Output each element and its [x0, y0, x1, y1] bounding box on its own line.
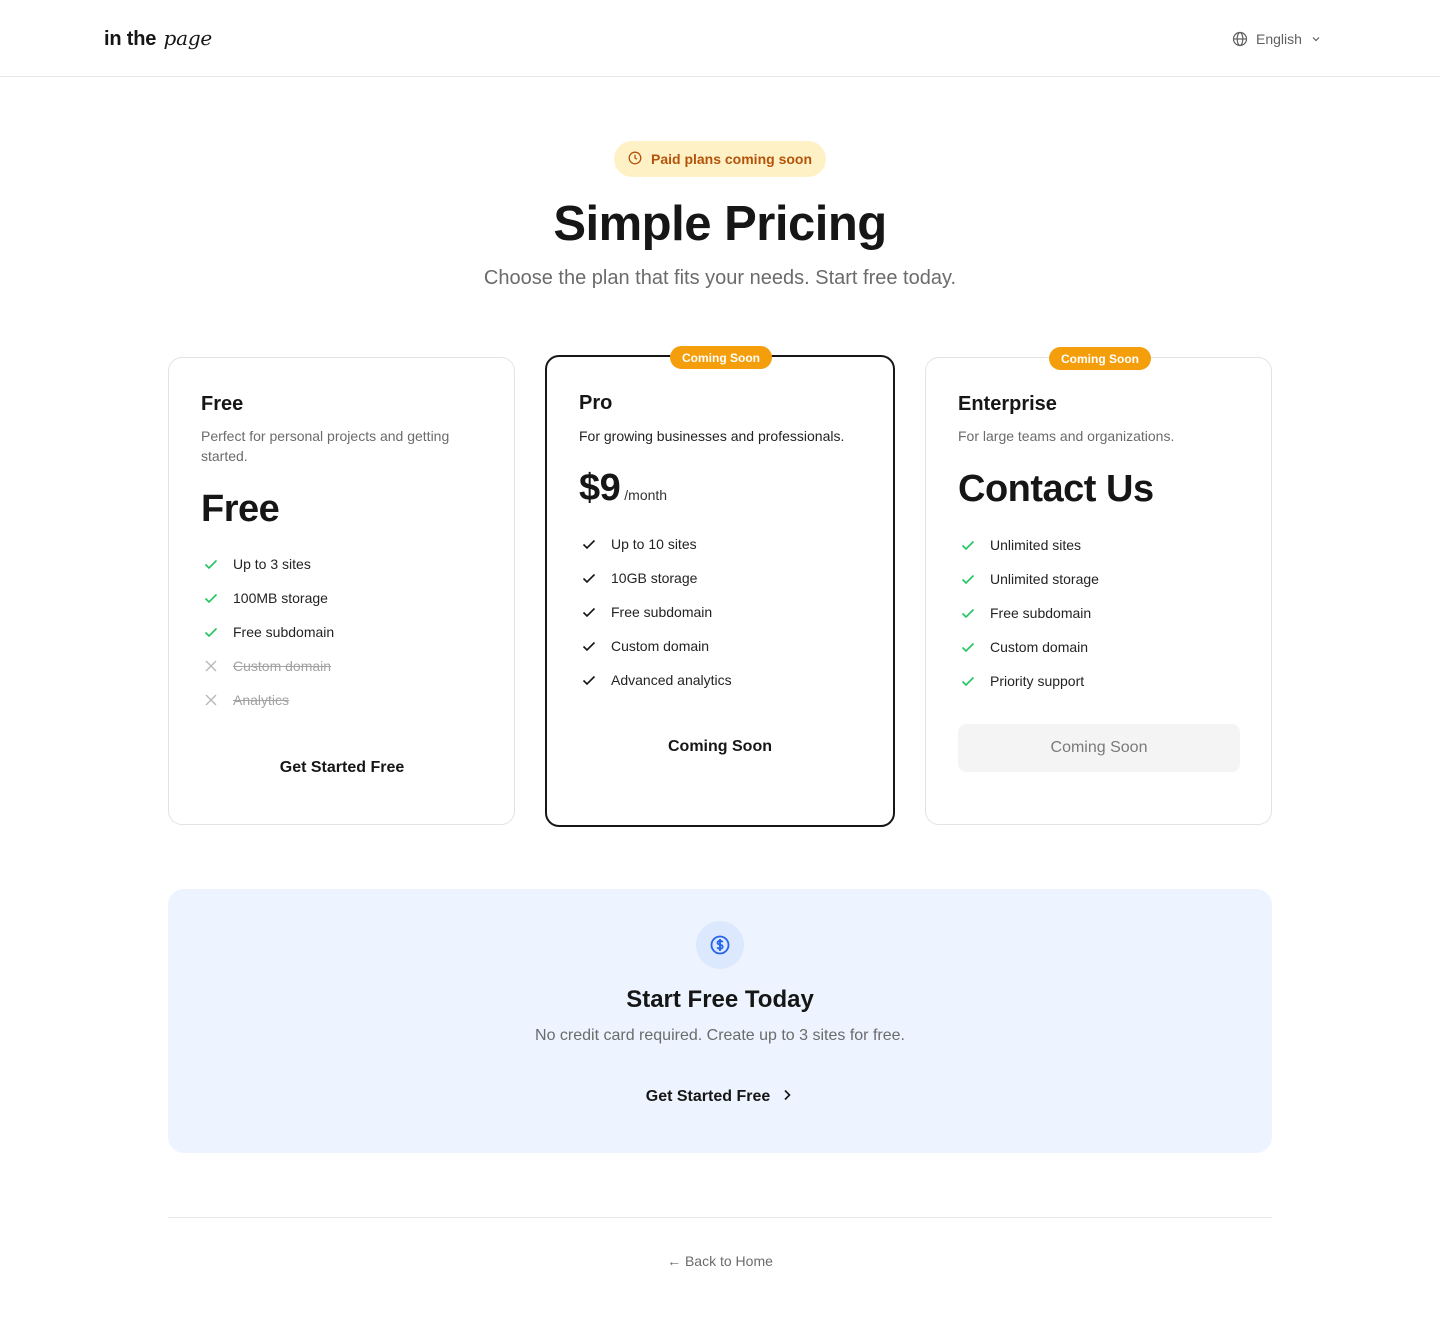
- feature-list: Up to 3 sites 100MB storage Free subdoma…: [203, 547, 334, 717]
- clock-icon: [628, 151, 642, 168]
- plan-price: Contact Us: [958, 468, 1154, 510]
- cta-title: Start Free Today: [626, 986, 814, 1013]
- feature-item: Up to 3 sites: [203, 547, 334, 581]
- check-icon: [960, 605, 976, 621]
- feature-item: Custom domain: [581, 629, 732, 663]
- feature-label: Unlimited sites: [990, 537, 1082, 553]
- plan-card-pro: Coming Soon Pro For growing businesses a…: [545, 346, 895, 827]
- check-icon: [581, 570, 597, 586]
- feature-label: Up to 10 sites: [611, 536, 697, 552]
- plan-name: Pro: [579, 392, 613, 414]
- plan-name: Free: [201, 393, 244, 415]
- footer-divider: [168, 1217, 1272, 1218]
- check-icon: [960, 537, 976, 553]
- logo-italic-text: page: [163, 26, 213, 50]
- feature-label: Custom domain: [611, 638, 710, 654]
- check-icon: [960, 639, 976, 655]
- check-icon: [581, 604, 597, 620]
- feature-label: Custom domain: [990, 639, 1089, 655]
- feature-label: Advanced analytics: [611, 672, 732, 688]
- get-started-free-button[interactable]: Get Started Free: [201, 744, 483, 792]
- feature-item: Advanced analytics: [581, 663, 732, 697]
- feature-item: Free subdomain: [581, 595, 732, 629]
- check-icon: [581, 638, 597, 654]
- feature-item: Custom domain: [960, 630, 1099, 664]
- feature-label: Up to 3 sites: [233, 556, 311, 572]
- feature-item: Priority support: [960, 664, 1099, 698]
- cta-button-label: Get Started Free: [645, 1088, 771, 1105]
- plan-card-enterprise: Coming Soon Enterprise For large teams a…: [925, 347, 1272, 825]
- globe-icon: [1232, 31, 1248, 47]
- plan-description: For growing businesses and professionals…: [579, 428, 845, 444]
- feature-item: Free subdomain: [960, 596, 1099, 630]
- feature-item-excluded: Custom domain: [203, 649, 334, 683]
- feature-label: 100MB storage: [233, 590, 328, 606]
- feature-item: Up to 10 sites: [581, 527, 732, 561]
- feature-item: Unlimited storage: [960, 562, 1099, 596]
- feature-label: 10GB storage: [611, 570, 698, 586]
- plan-name: Enterprise: [958, 393, 1057, 415]
- check-icon: [581, 536, 597, 552]
- page-subtitle: Choose the plan that fits your needs. St…: [483, 267, 957, 289]
- pro-coming-soon-button[interactable]: Coming Soon: [579, 723, 861, 771]
- coming-soon-badge: Paid plans coming soon: [614, 141, 826, 177]
- feature-list: Up to 10 sites 10GB storage Free subdoma…: [581, 527, 732, 697]
- page-title: Simple Pricing: [553, 197, 887, 251]
- check-icon: [203, 624, 219, 640]
- site-header: in the page English: [0, 0, 1440, 77]
- back-to-home-link[interactable]: ← Back to Home: [0, 1253, 1440, 1269]
- plan-price: $9/month: [579, 467, 667, 510]
- check-icon: [960, 571, 976, 587]
- chevron-down-icon: [1310, 33, 1322, 45]
- feature-item: Free subdomain: [203, 615, 334, 649]
- price-unit: /month: [624, 487, 668, 503]
- feature-list: Unlimited sites Unlimited storage Free s…: [960, 528, 1099, 698]
- price-amount: $9: [579, 467, 621, 509]
- feature-item: 10GB storage: [581, 561, 732, 595]
- badge-label: Paid plans coming soon: [650, 151, 813, 167]
- feature-item: 100MB storage: [203, 581, 334, 615]
- logo[interactable]: in the page: [104, 26, 212, 51]
- plan-price: Free: [201, 488, 280, 530]
- chevron-right-icon: [780, 1088, 794, 1107]
- check-icon: [203, 590, 219, 606]
- feature-label: Free subdomain: [611, 604, 713, 620]
- cta-get-started-button[interactable]: Get Started Free: [628, 1081, 812, 1113]
- feature-label: Analytics: [233, 692, 290, 708]
- check-icon: [960, 673, 976, 689]
- dollar-circle-icon: [696, 921, 744, 969]
- feature-label: Priority support: [990, 673, 1085, 689]
- x-icon: [203, 692, 219, 708]
- feature-label: Free subdomain: [233, 624, 335, 640]
- start-free-banner: Start Free Today No credit card required…: [168, 889, 1272, 1153]
- feature-item: Unlimited sites: [960, 528, 1099, 562]
- cta-subtitle: No credit card required. Create up to 3 …: [535, 1027, 905, 1044]
- feature-label: Free subdomain: [990, 605, 1092, 621]
- x-icon: [203, 658, 219, 674]
- plan-description: Perfect for personal projects and gettin…: [201, 428, 450, 464]
- enterprise-coming-soon-button[interactable]: Coming Soon: [958, 724, 1240, 772]
- coming-soon-tag: Coming Soon: [670, 346, 772, 369]
- plan-card-free: Free Perfect for personal projects and g…: [168, 357, 515, 825]
- plan-description: For large teams and organizations.: [958, 428, 1175, 444]
- logo-text: in the: [104, 28, 157, 50]
- feature-label: Custom domain: [233, 658, 332, 674]
- check-icon: [581, 672, 597, 688]
- feature-label: Unlimited storage: [990, 571, 1099, 587]
- language-label: English: [1256, 31, 1302, 47]
- feature-item-excluded: Analytics: [203, 683, 334, 717]
- check-icon: [203, 556, 219, 572]
- coming-soon-tag: Coming Soon: [1049, 347, 1151, 370]
- language-selector[interactable]: English: [1232, 29, 1322, 49]
